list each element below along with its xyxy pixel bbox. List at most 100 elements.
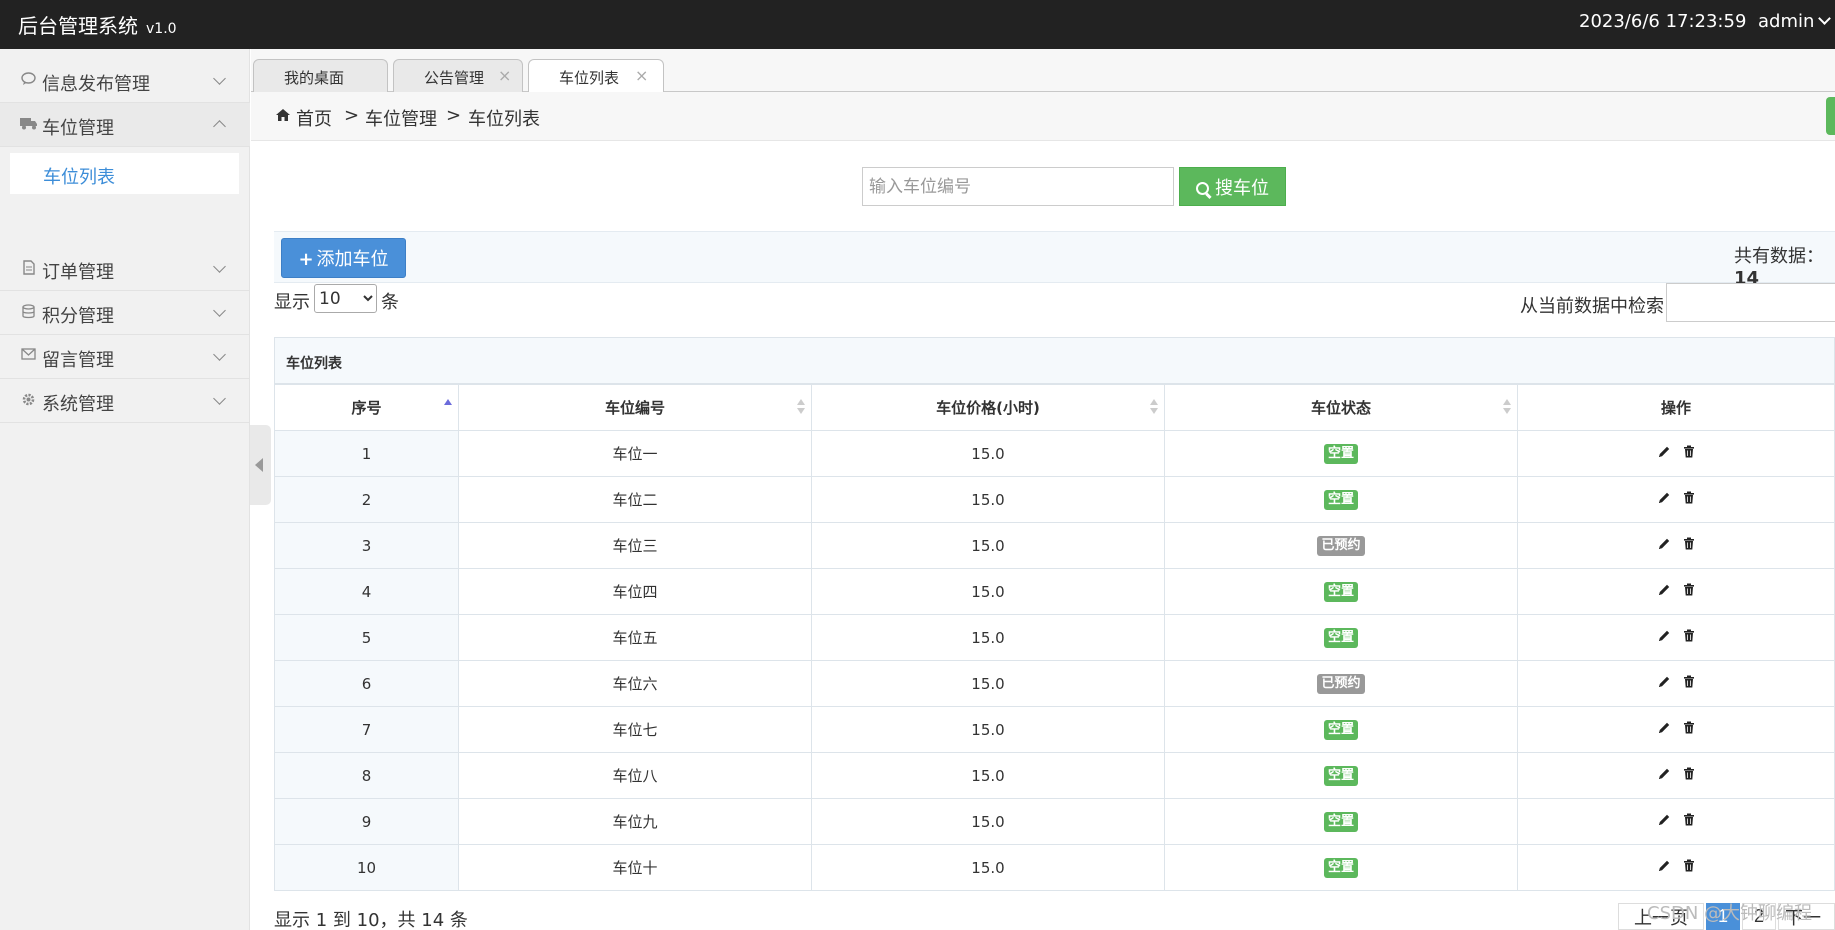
cell-status: 空置 <box>1164 798 1518 845</box>
sidebar-item-label: 留言管理 <box>42 350 114 371</box>
trash-icon[interactable] <box>1683 859 1695 872</box>
database-icon <box>20 304 37 321</box>
cell-price: 15.0 <box>811 706 1165 753</box>
sidebar-item-orders[interactable]: 订单管理 <box>0 247 250 291</box>
cell-price: 15.0 <box>811 476 1165 523</box>
trash-icon[interactable] <box>1683 629 1695 642</box>
table-panel-header: 车位列表 <box>274 337 1835 384</box>
tab-announcements[interactable]: 公告管理 × <box>393 59 523 92</box>
table-row: 10 车位十 15.0 空置 <box>274 844 1835 891</box>
cell-actions <box>1517 660 1835 707</box>
cell-code: 车位一 <box>458 430 812 477</box>
breadcrumb-separator: > <box>344 105 360 126</box>
trash-icon[interactable] <box>1683 675 1695 688</box>
status-badge: 空置 <box>1323 858 1358 878</box>
sidebar-item-messages[interactable]: 留言管理 <box>0 335 250 379</box>
search-input[interactable] <box>862 167 1174 206</box>
close-icon[interactable]: × <box>498 66 511 85</box>
status-badge: 已预约 <box>1317 536 1365 556</box>
status-badge: 空置 <box>1323 582 1358 602</box>
sidebar-collapse-toggle[interactable] <box>250 425 271 505</box>
cell-price: 15.0 <box>811 614 1165 661</box>
table-row: 3 车位三 15.0 已预约 <box>274 522 1835 569</box>
cell-seq: 2 <box>274 476 459 523</box>
status-badge: 空置 <box>1323 720 1358 740</box>
cell-code: 车位九 <box>458 798 812 845</box>
user-name: admin <box>1758 11 1815 32</box>
trash-icon[interactable] <box>1683 445 1695 458</box>
column-header-label: 车位价格(小时) <box>936 399 1040 417</box>
cell-status: 空置 <box>1164 430 1518 477</box>
breadcrumb-home[interactable]: 首页 <box>296 105 332 131</box>
cell-text: 车位八 <box>612 767 658 785</box>
chevron-down-icon <box>213 260 226 273</box>
column-header-seq[interactable]: 序号 <box>274 384 459 431</box>
page-size-select[interactable]: 10 <box>314 284 377 313</box>
unit-label: 条 <box>381 292 399 313</box>
add-parking-button[interactable]: + 添加车位 <box>281 238 406 278</box>
sidebar-item-points[interactable]: 积分管理 <box>0 291 250 335</box>
trash-icon[interactable] <box>1683 721 1695 734</box>
trash-icon[interactable] <box>1683 491 1695 504</box>
cell-status: 空置 <box>1164 614 1518 661</box>
edit-icon[interactable] <box>1657 721 1671 735</box>
column-header-status[interactable]: 车位状态 <box>1164 384 1518 431</box>
edit-icon[interactable] <box>1657 583 1671 597</box>
app-title-text: 后台管理系统 <box>18 14 138 38</box>
cell-text: 15.0 <box>971 490 1005 509</box>
search-button[interactable]: 搜车位 <box>1179 167 1286 206</box>
edit-icon[interactable] <box>1657 629 1671 643</box>
edit-icon[interactable] <box>1657 767 1671 781</box>
sidebar-item-system[interactable]: 系统管理 <box>0 379 250 423</box>
cell-price: 15.0 <box>811 798 1165 845</box>
edit-icon[interactable] <box>1657 537 1671 551</box>
edit-icon[interactable] <box>1657 445 1671 459</box>
cell-actions <box>1517 706 1835 753</box>
tab-label: 车位列表 <box>559 69 620 87</box>
edit-icon[interactable] <box>1657 675 1671 689</box>
column-header-code[interactable]: 车位编号 <box>458 384 812 431</box>
cell-actions <box>1517 752 1835 799</box>
table-row: 6 车位六 15.0 已预约 <box>274 660 1835 707</box>
sidebar-item-parking[interactable]: 车位管理 <box>0 103 250 147</box>
column-header-label: 序号 <box>351 399 382 417</box>
cell-status: 已预约 <box>1164 522 1518 569</box>
sidebar-item-label: 积分管理 <box>42 306 114 327</box>
column-header-price[interactable]: 车位价格(小时) <box>811 384 1165 431</box>
filter-label: 从当前数据中检索: <box>1520 296 1671 317</box>
edit-icon[interactable] <box>1657 491 1671 505</box>
table-row: 9 车位九 15.0 空置 <box>274 798 1835 845</box>
close-icon[interactable]: × <box>635 66 648 85</box>
trash-icon[interactable] <box>1683 583 1695 596</box>
sidebar: 信息发布管理 车位管理 车位列表 订单管理 积分管理 留言管理 系统管理 <box>0 49 250 930</box>
datetime-display: 2023/6/6 17:23:59 <box>1579 11 1747 32</box>
caret-left-icon <box>255 458 263 472</box>
status-badge: 空置 <box>1323 490 1358 510</box>
breadcrumb-separator: > <box>446 105 462 126</box>
watermark: CSDN @大钟聊编程 <box>1647 903 1813 924</box>
parking-table: 序号 车位编号 车位价格(小时) 车位状态 操作 1 车位一 15.0 空置 2 车位二 1… <box>274 384 1835 891</box>
total-count: 共有数据：14 <box>1734 242 1835 289</box>
sidebar-subitem-parking-list[interactable]: 车位列表 <box>10 153 239 194</box>
cell-text: 3 <box>361 536 372 555</box>
table-row: 4 车位四 15.0 空置 <box>274 568 1835 615</box>
tab-desktop[interactable]: 我的桌面 <box>253 59 388 92</box>
cell-code: 车位五 <box>458 614 812 661</box>
edit-icon[interactable] <box>1657 813 1671 827</box>
refresh-button[interactable] <box>1826 97 1835 135</box>
filter-input[interactable] <box>1666 283 1835 322</box>
sidebar-item-label: 订单管理 <box>42 262 114 283</box>
search-button-label: 搜车位 <box>1215 177 1269 199</box>
gear-icon <box>20 392 37 409</box>
trash-icon[interactable] <box>1683 813 1695 826</box>
table-row: 2 车位二 15.0 空置 <box>274 476 1835 523</box>
edit-icon[interactable] <box>1657 859 1671 873</box>
breadcrumb-parking[interactable]: 车位管理 <box>365 105 437 131</box>
user-menu[interactable]: admin <box>1758 11 1832 32</box>
sidebar-item-info-publish[interactable]: 信息发布管理 <box>0 59 250 103</box>
trash-icon[interactable] <box>1683 767 1695 780</box>
table-header-row: 序号 车位编号 车位价格(小时) 车位状态 操作 <box>274 384 1835 431</box>
trash-icon[interactable] <box>1683 537 1695 550</box>
tab-parking-list[interactable]: 车位列表 × <box>528 59 664 93</box>
table-title: 车位列表 <box>286 356 342 372</box>
